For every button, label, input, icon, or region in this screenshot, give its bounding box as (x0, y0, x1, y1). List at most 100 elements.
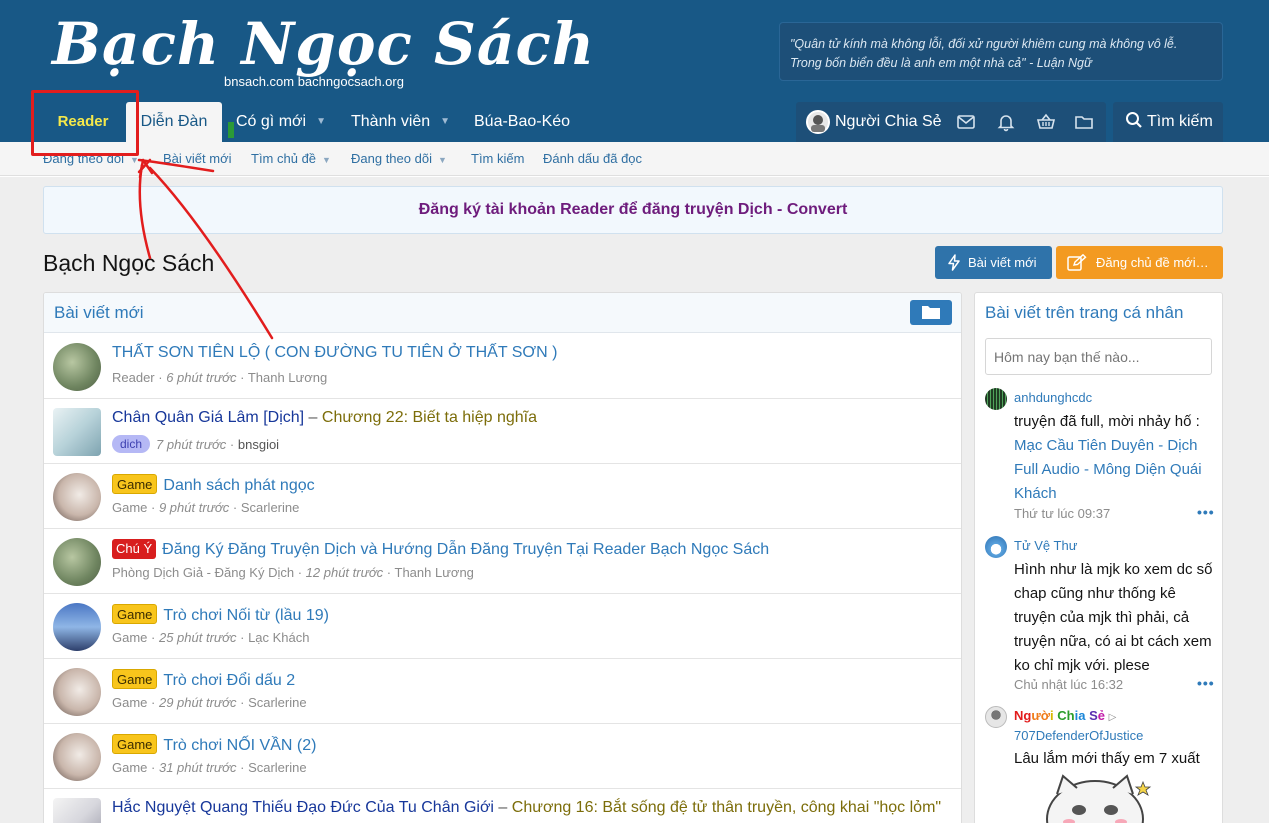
bell-icon[interactable] (996, 112, 1016, 132)
avatar[interactable] (985, 536, 1007, 558)
thread-forum[interactable]: Game (112, 500, 147, 515)
thread-avatar[interactable] (53, 668, 101, 716)
new-posts-button[interactable]: Bài viết mới (935, 246, 1052, 279)
thread-avatar[interactable] (53, 798, 101, 823)
chevron-down-icon[interactable]: ▼ (322, 155, 331, 165)
thread-forum[interactable]: Phòng Dịch Giả - Đăng Ký Dịch (112, 565, 294, 580)
nav-tab-bua-bao-keo[interactable]: Búa-Bao-Kéo (474, 102, 570, 142)
thread-title[interactable]: Game Trò chơi Đổi dấu 2 (112, 669, 295, 690)
nav-tab-co-gi-moi[interactable]: Có gì mới ▼ (236, 102, 326, 142)
envelope-icon[interactable] (956, 112, 976, 132)
subnav-find-threads[interactable]: Tìm chủ đề ▼ (251, 142, 331, 177)
folder-icon[interactable] (1074, 112, 1094, 132)
thread-forum[interactable]: Game (112, 695, 147, 710)
folder-button[interactable] (910, 300, 952, 325)
thread-title-text[interactable]: Chân Quân Giá Lâm [Dịch] (112, 409, 304, 426)
thread-avatar[interactable] (53, 408, 101, 456)
user-name[interactable]: Người Chia Sẻ (835, 102, 942, 142)
list-item[interactable]: Game Trò chơi Đổi dấu 2 Game · 29 phút tr… (44, 659, 961, 724)
prefix-badge[interactable]: Game (112, 669, 158, 689)
post-author-name: Người Chia Sẻ (1014, 708, 1105, 723)
thread-title-text[interactable]: Trò chơi NỐI VẦN (2) (163, 737, 316, 754)
list-item[interactable]: Game Trò chơi NỐI VẦN (2) Game · 31 phút … (44, 724, 961, 789)
thread-user[interactable]: Thanh Lương (395, 565, 474, 580)
thread-title-text[interactable]: Hắc Nguyệt Quang Thiếu Đạo Đức Của Tu Ch… (112, 799, 494, 816)
block-header: Bài viết mới (44, 293, 961, 333)
prefix-badge[interactable]: Chú Ý (112, 539, 157, 559)
thread-user[interactable]: Thanh Lương (248, 370, 327, 385)
subnav-new-posts[interactable]: Bài viết mới (163, 142, 232, 176)
post-author[interactable]: Tử Vệ Thư (1014, 538, 1077, 553)
chevron-down-icon[interactable]: ▼ (130, 155, 139, 165)
prefix-badge[interactable]: Game (112, 474, 158, 494)
thread-user[interactable]: bnsgioi (238, 437, 279, 452)
thread-user[interactable]: Scarlerine (241, 500, 300, 515)
subnav-label: Đang theo dõi (351, 151, 432, 166)
subnav-search[interactable]: Tìm kiếm (471, 142, 524, 176)
chevron-down-icon[interactable]: ▼ (438, 155, 447, 165)
thread-avatar[interactable] (53, 733, 101, 781)
thread-forum[interactable]: Game (112, 630, 147, 645)
thread-title[interactable]: Game Trò chơi NỐI VẦN (2) (112, 734, 316, 755)
post-author[interactable]: Người Chia Sẻ ▷ (1014, 708, 1116, 723)
nav-tab-dien-dan[interactable]: Diễn Đàn (126, 102, 222, 142)
post-target[interactable]: 707DefenderOfJustice (1014, 728, 1143, 743)
avatar[interactable] (985, 388, 1007, 410)
avatar[interactable] (985, 706, 1007, 728)
more-icon[interactable]: ••• (1197, 504, 1215, 520)
search-button[interactable]: Tìm kiếm (1113, 102, 1223, 142)
thread-avatar[interactable] (53, 343, 101, 391)
block-title[interactable]: Bài viết mới (54, 293, 144, 333)
post-content: truyện đã full, mời nhảy hố : Mạc Cầu Ti… (1014, 410, 1219, 506)
chevron-down-icon[interactable]: ▼ (316, 102, 326, 142)
thread-title-text[interactable]: Đăng Ký Đăng Truyện Dịch và Hướng Dẫn Đă… (162, 541, 769, 558)
thread-title[interactable]: Chú Ý Đăng Ký Đăng Truyện Dịch và Hướng D… (112, 539, 769, 559)
thread-title-text[interactable]: Trò chơi Nối từ (lầu 19) (163, 607, 329, 624)
thread-forum[interactable]: Reader (112, 370, 155, 385)
subnav-watched-2[interactable]: Đang theo dõi ▼ (351, 142, 447, 177)
thread-user[interactable]: Scarlerine (248, 695, 307, 710)
thread-chapter[interactable]: Chương 16: Bắt sống đệ tử thân truyền, c… (512, 799, 941, 816)
thread-avatar[interactable] (53, 538, 101, 586)
basket-icon[interactable] (1036, 112, 1056, 132)
list-item[interactable]: Chú Ý Đăng Ký Đăng Truyện Dịch và Hướng D… (44, 529, 961, 594)
thread-title[interactable]: Game Trò chơi Nối từ (lầu 19) (112, 604, 329, 625)
subnav-mark-read[interactable]: Đánh dấu đã đọc (543, 142, 642, 176)
post-link[interactable]: Mạc Cầu Tiên Duyên - Dịch Full Audio - M… (1014, 437, 1202, 502)
nav-tab-thanh-vien[interactable]: Thành viên ▼ (351, 102, 450, 142)
thread-title-text[interactable]: Trò chơi Đổi dấu 2 (163, 672, 295, 689)
thread-title-text[interactable]: Danh sách phát ngọc (163, 477, 314, 494)
thread-forum[interactable]: Game (112, 760, 147, 775)
list-item[interactable]: THẤT SƠN TIÊN LỘ ( CON ĐƯỜNG TU TIÊN Ở T… (44, 334, 961, 399)
prefix-badge[interactable]: Game (112, 604, 158, 624)
chevron-down-icon[interactable]: ▼ (440, 102, 450, 142)
thread-title[interactable]: Hắc Nguyệt Quang Thiếu Đạo Đức Của Tu Ch… (112, 799, 941, 817)
post-author[interactable]: anhdunghcdc (1014, 390, 1092, 405)
title-separator: – (304, 409, 322, 426)
thread-chapter[interactable]: Chương 22: Biết ta hiệp nghĩa (322, 409, 537, 426)
site-logo[interactable]: Bạch Ngọc Sách bnsach.com bachngocsach.o… (52, 10, 594, 94)
status-input[interactable] (985, 338, 1212, 375)
sidebar-title[interactable]: Bài viết trên trang cá nhân (985, 303, 1183, 323)
thread-title[interactable]: Game Danh sách phát ngọc (112, 474, 315, 495)
post-time[interactable]: Chủ nhật lúc 16:32 (1014, 677, 1123, 692)
post-time[interactable]: Thứ tư lúc 09:37 (1014, 506, 1110, 521)
quote-line-1: "Quân tử kính mà không lỗi, đối xử người… (790, 37, 1178, 51)
list-item[interactable]: Game Trò chơi Nối từ (lầu 19) Game · 25 p… (44, 594, 961, 659)
tag-badge[interactable]: dich (112, 435, 151, 453)
list-item[interactable]: Chân Quân Giá Lâm [Dịch] – Chương 22: Bi… (44, 399, 961, 464)
thread-avatar[interactable] (53, 603, 101, 651)
user-avatar[interactable] (806, 110, 830, 134)
thread-user[interactable]: Scarlerine (248, 760, 307, 775)
post-thread-button[interactable]: Đăng chủ đề mới… (1056, 246, 1223, 279)
list-item[interactable]: Game Danh sách phát ngọc Game · 9 phút tr… (44, 464, 961, 529)
thread-user[interactable]: Lạc Khách (248, 630, 309, 645)
thread-title[interactable]: Chân Quân Giá Lâm [Dịch] – Chương 22: Bi… (112, 409, 537, 427)
thread-title[interactable]: THẤT SƠN TIÊN LỘ ( CON ĐƯỜNG TU TIÊN Ở T… (112, 344, 557, 362)
thread-time: 12 phút trước (305, 565, 384, 580)
thread-time: 29 phút trước (158, 695, 237, 710)
thread-avatar[interactable] (53, 473, 101, 521)
prefix-badge[interactable]: Game (112, 734, 158, 754)
more-icon[interactable]: ••• (1197, 675, 1215, 691)
list-item[interactable]: Hắc Nguyệt Quang Thiếu Đạo Đức Của Tu Ch… (44, 789, 961, 823)
